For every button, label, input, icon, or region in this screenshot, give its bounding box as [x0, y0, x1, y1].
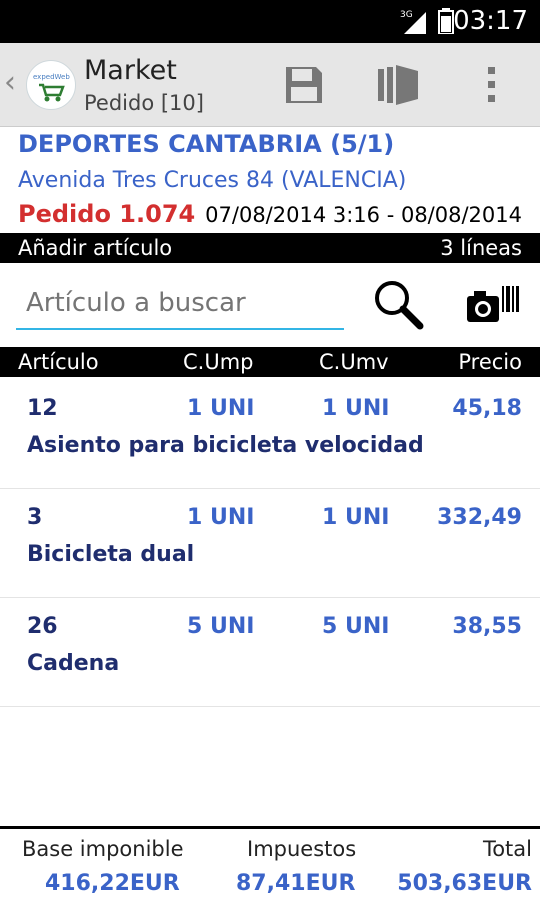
article-price: 332,49 [437, 505, 522, 530]
lines-count: 3 líneas [440, 236, 522, 260]
save-icon[interactable] [282, 63, 326, 111]
add-article-bar[interactable]: Añadir artículo 3 líneas [0, 233, 540, 263]
logo-text: expedWeb [33, 73, 70, 81]
header-cumv: C.Umv [319, 350, 389, 374]
header-article: Artículo [18, 350, 99, 374]
article-description: Bicicleta dual [27, 542, 195, 567]
add-article-label: Añadir artículo [18, 236, 173, 260]
order-dates: 07/08/2014 3:16 - 08/08/2014 [205, 203, 522, 227]
order-subtitle: Pedido [10] [84, 91, 204, 115]
article-code: 26 [27, 614, 58, 639]
network-type: 3G [400, 10, 413, 20]
article-code: 3 [27, 505, 43, 530]
search-icon[interactable] [370, 276, 426, 336]
article-price: 38,55 [452, 614, 522, 639]
order-number: Pedido 1.074 [18, 200, 196, 228]
quantity-umv: 5 UNI [322, 614, 390, 639]
base-label: Base imponible [22, 837, 184, 861]
header-price: Precio [458, 350, 522, 374]
quantity-umv: 1 UNI [322, 396, 390, 421]
clock: 03:17 [453, 6, 528, 36]
battery-icon [438, 8, 454, 38]
quantity-ump: 1 UNI [187, 396, 255, 421]
total-label: Total [482, 837, 532, 861]
article-code: 12 [27, 396, 58, 421]
totals-footer: Base imponible Impuestos Total 416,22EUR… [0, 826, 540, 903]
app-logo[interactable]: expedWeb [26, 60, 76, 110]
total-value: 503,63EUR [397, 871, 532, 896]
customer-address: Avenida Tres Cruces 84 (VALENCIA) [18, 168, 407, 193]
base-value: 416,22EUR [45, 871, 180, 896]
tax-label: Impuestos [247, 837, 357, 861]
article-price: 45,18 [452, 396, 522, 421]
overflow-menu-icon[interactable] [482, 65, 502, 109]
quantity-umv: 1 UNI [322, 505, 390, 530]
signal-icon: 3G [400, 8, 428, 38]
table-row[interactable]: 3 1 UNI 1 UNI 332,49 Bicicleta dual [0, 489, 540, 598]
search-field[interactable] [16, 282, 344, 330]
header-cump: C.Ump [183, 350, 254, 374]
action-bar: ‹ expedWeb Market Pedido [10] [0, 43, 540, 127]
quantity-ump: 5 UNI [187, 614, 255, 639]
article-description: Cadena [27, 651, 120, 676]
table-header: Artículo C.Ump C.Umv Precio [0, 347, 540, 377]
table-row[interactable]: 26 5 UNI 5 UNI 38,55 Cadena [0, 598, 540, 707]
app-title: Market [84, 55, 177, 86]
customer-name[interactable]: DEPORTES CANTABRIA (5/1) [18, 130, 394, 158]
article-description: Asiento para bicicleta velocidad [27, 433, 424, 458]
tax-value: 87,41EUR [236, 871, 356, 896]
back-icon[interactable]: ‹ [4, 65, 16, 100]
search-input[interactable] [16, 282, 344, 324]
table-row[interactable]: 12 1 UNI 1 UNI 45,18 Asiento para bicicl… [0, 380, 540, 489]
documents-icon[interactable] [376, 63, 422, 111]
status-bar: 3G 03:17 [0, 0, 540, 43]
barcode-camera-icon[interactable] [466, 284, 522, 328]
quantity-ump: 1 UNI [187, 505, 255, 530]
